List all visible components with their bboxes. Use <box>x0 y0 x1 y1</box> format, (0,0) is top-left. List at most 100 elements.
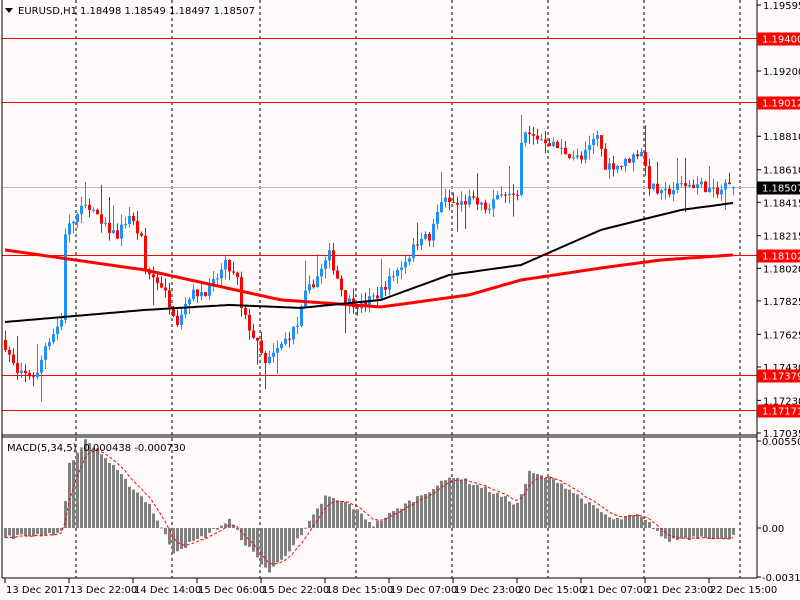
candle-body <box>608 163 611 170</box>
price-chart[interactable]: 1.19595 1.19200 1.18810 1.18610 1.18415 1.182… <box>0 0 800 600</box>
candle-body <box>20 370 23 373</box>
level-label: 1.17171 <box>762 407 800 418</box>
macd-bar <box>432 489 435 529</box>
macd-bar <box>136 492 139 529</box>
candle-body <box>716 187 719 195</box>
time-tick-label: 21 Dec 23:00 <box>646 585 713 596</box>
candle-body <box>120 224 123 239</box>
macd-bar <box>156 520 159 529</box>
candle-body <box>592 139 595 146</box>
macd-bar <box>36 528 39 535</box>
candle-body <box>400 267 403 270</box>
candle-body <box>512 193 515 195</box>
macd-bar <box>252 528 255 552</box>
candle-body <box>276 347 279 353</box>
time-tick-label: 19 Dec 07:00 <box>390 585 457 596</box>
candle-body <box>432 223 435 241</box>
candle-body <box>676 183 679 190</box>
time-tick-label: 19 Dec 23:00 <box>454 585 521 596</box>
macd-bar <box>580 498 583 529</box>
macd-bar <box>628 514 631 529</box>
macd-bar <box>56 528 59 533</box>
price-tick-label: 1.19200 <box>763 67 800 78</box>
macd-bar <box>440 480 443 529</box>
macd-name: MACD(5,34,5) <box>7 443 77 454</box>
macd-bar <box>544 478 547 529</box>
macd-bar <box>348 503 351 529</box>
candle-body <box>556 141 559 149</box>
macd-bar <box>120 473 123 529</box>
candle-body <box>48 342 51 347</box>
macd-bar <box>452 478 455 529</box>
price-tick-label: 1.19595 <box>763 1 800 12</box>
price-tick-label: 1.18415 <box>763 198 800 209</box>
candle-body <box>468 196 471 205</box>
candle-body <box>68 223 71 235</box>
macd-bar <box>636 514 639 529</box>
candle-body <box>564 147 567 155</box>
candle-body <box>612 163 615 170</box>
candle-body <box>328 250 331 261</box>
price-tick-label: 1.18215 <box>763 232 800 243</box>
macd-bar <box>704 528 707 538</box>
candle-body <box>292 326 295 340</box>
candle-body <box>188 299 191 305</box>
macd-bar <box>404 503 407 529</box>
candle-body <box>624 158 627 167</box>
candle-body <box>616 165 619 170</box>
candle-body <box>632 154 635 163</box>
candle-body <box>652 183 655 189</box>
macd-bar <box>196 528 199 540</box>
candle-body <box>72 221 75 224</box>
candle-body <box>404 261 407 268</box>
candle-body <box>268 356 271 363</box>
candle-body <box>260 340 263 353</box>
candle-body <box>300 306 303 326</box>
candle-body <box>216 278 219 280</box>
candle-body <box>244 307 247 315</box>
macd-bar <box>300 528 303 536</box>
candle-body <box>412 244 415 259</box>
candle-body <box>568 154 571 159</box>
candle-body <box>396 269 399 277</box>
macd-bar <box>444 480 447 529</box>
macd-bar <box>448 477 451 529</box>
macd-label: MACD(5,34,5) -0.000438 -0.000730 <box>7 443 186 454</box>
candle-body <box>8 349 11 355</box>
macd-bar <box>140 496 143 529</box>
macd-bar <box>24 528 27 537</box>
macd-bar <box>460 480 463 529</box>
macd-bar <box>116 470 119 529</box>
macd-bar <box>248 528 251 547</box>
macd-bar <box>548 476 551 529</box>
candle-body <box>480 202 483 205</box>
time-tick-label: 14 Dec 14:00 <box>134 585 201 596</box>
candle-body <box>720 189 723 195</box>
macd-value: -0.000438 <box>80 443 131 454</box>
candle-body <box>460 201 463 205</box>
candle-body <box>552 141 555 147</box>
candle-body <box>24 370 27 374</box>
candle-body <box>100 214 103 224</box>
candle-body <box>336 270 339 279</box>
macd-bar <box>44 528 47 536</box>
macd-bar <box>576 494 579 529</box>
candle-body <box>508 193 511 196</box>
macd-bar <box>612 519 615 529</box>
macd-bar <box>144 502 147 529</box>
macd-bar <box>48 528 51 533</box>
candle-body <box>448 197 451 203</box>
macd-bar <box>664 528 667 539</box>
candle-body <box>208 285 211 296</box>
candle-body <box>464 201 467 205</box>
candle-body <box>140 233 143 236</box>
candle-body <box>408 258 411 262</box>
candle-body <box>308 284 311 291</box>
candle-body <box>12 354 15 364</box>
candle-body <box>156 277 159 284</box>
macd-bar <box>368 522 371 529</box>
candle-body <box>228 260 231 272</box>
candle-body <box>56 326 59 335</box>
candle-body <box>220 269 223 279</box>
macd-bar <box>108 462 111 529</box>
